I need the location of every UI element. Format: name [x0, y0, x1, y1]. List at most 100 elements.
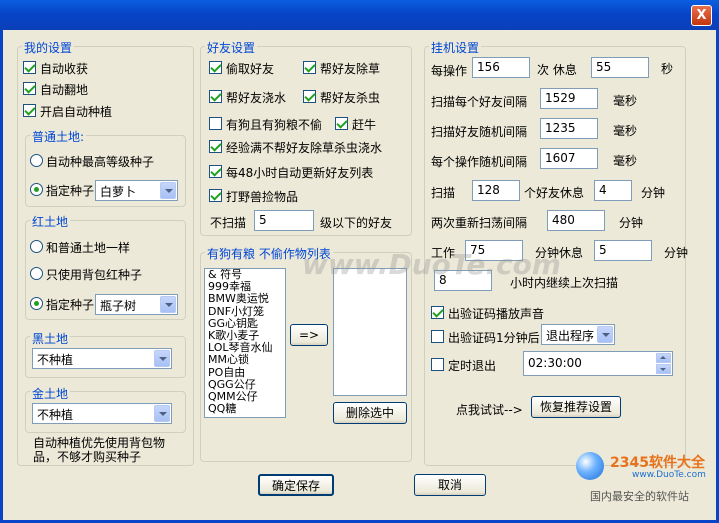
list-item[interactable]: BMW奥运悦: [205, 293, 285, 305]
steal-checkbox[interactable]: [209, 61, 222, 74]
gold-land-value: 不种植: [37, 408, 74, 422]
red-same-radio[interactable]: [30, 240, 43, 253]
auto-plow-checkbox[interactable]: [23, 82, 36, 95]
chevron-down-icon[interactable]: [160, 296, 176, 313]
logo-orb-icon: [576, 452, 604, 480]
exit-time-input[interactable]: 02:30:00: [523, 351, 673, 376]
crop-listbox[interactable]: & 符号 999幸福 BMW奥运悦 DNF小灯笼 GG心钥匙 K歌小麦子 LOL…: [204, 268, 286, 418]
chevron-down-icon[interactable]: [154, 350, 170, 367]
cancel-button[interactable]: 取消: [414, 474, 486, 496]
spin-down-icon[interactable]: [656, 364, 671, 374]
scan-rest-label: 个好友休息: [524, 186, 585, 200]
auto-harvest-label: 自动收获: [40, 62, 89, 76]
help-bug-label: 帮好友杀虫: [320, 91, 381, 105]
move-right-button[interactable]: =>: [290, 324, 328, 346]
gold-land-select[interactable]: 不种植: [32, 403, 172, 424]
list-item[interactable]: PO自由: [205, 366, 285, 379]
chase-cow-label: 赶牛: [352, 118, 377, 132]
captcha-action-select[interactable]: 退出程序: [541, 324, 615, 345]
skip-level-suffix: 级以下的好友: [320, 216, 393, 230]
per-op-input[interactable]: 156: [472, 57, 530, 78]
normal-seed-select[interactable]: 白萝卜: [95, 180, 178, 201]
rescan-label: 两次重新扫荡间隔: [431, 216, 528, 230]
op-random-input[interactable]: 1607: [540, 148, 598, 169]
pickup-label: 打野兽捡物品: [226, 190, 299, 204]
red-land-title: 红土地: [30, 213, 71, 230]
friend-interval-label: 扫描每个好友间隔: [431, 95, 528, 109]
chevron-down-icon[interactable]: [154, 405, 170, 422]
scan-rest-input[interactable]: 4: [594, 180, 632, 201]
captcha-action-checkbox[interactable]: [431, 330, 444, 343]
normal-land-title: 普通土地:: [30, 128, 87, 145]
list-item[interactable]: MM心锁: [205, 354, 285, 366]
exit-time-value: 02:30:00: [528, 356, 582, 370]
time-spinner[interactable]: [656, 353, 671, 375]
list-item[interactable]: DNF小灯笼: [205, 305, 285, 318]
red-seed-select[interactable]: 瓶子树: [95, 294, 178, 315]
captcha-action-value: 退出程序: [546, 329, 595, 343]
minute-unit-1: 分钟: [641, 186, 666, 200]
my-settings-title: 我的设置: [22, 39, 75, 56]
random-interval-input[interactable]: 1235: [540, 118, 598, 139]
delete-selected-button[interactable]: 删除选中: [333, 402, 407, 424]
help-bug-checkbox[interactable]: [303, 90, 316, 103]
seconds-unit: 秒: [661, 62, 674, 76]
restore-defaults-button[interactable]: 恢复推荐设置: [531, 396, 621, 418]
plant-note: 自动种植优先使用背包物品，不够才购买种子: [33, 436, 166, 464]
rest-input[interactable]: 55: [591, 57, 649, 78]
spin-up-icon[interactable]: [656, 353, 671, 363]
work-rest-input[interactable]: 5: [594, 240, 652, 261]
rescan-input[interactable]: 480: [547, 210, 605, 231]
close-button[interactable]: X: [691, 5, 712, 26]
logo-slogan: 国内最安全的软件站: [590, 490, 689, 503]
timed-exit-checkbox[interactable]: [431, 358, 444, 371]
steal-label: 偷取好友: [226, 62, 275, 76]
ms-unit-3: 毫秒: [613, 154, 638, 168]
auto-plant-label: 开启自动种植: [40, 105, 113, 119]
help-weed-label: 帮好友除草: [320, 62, 381, 76]
scan-label: 扫描: [431, 186, 456, 200]
chevron-down-icon[interactable]: [597, 326, 613, 343]
save-button[interactable]: 确定保存: [258, 474, 334, 496]
skip-level-input[interactable]: 5: [254, 210, 314, 231]
refresh-friends-checkbox[interactable]: [209, 165, 222, 178]
ms-unit-2: 毫秒: [613, 124, 638, 138]
help-weed-checkbox[interactable]: [303, 61, 316, 74]
auto-harvest-checkbox[interactable]: [23, 61, 36, 74]
exp-full-checkbox[interactable]: [209, 140, 222, 153]
op-random-label: 每个操作随机间隔: [431, 155, 528, 169]
help-water-label: 帮好友浇水: [226, 91, 287, 105]
chevron-down-icon[interactable]: [160, 182, 176, 199]
friend-interval-input[interactable]: 1529: [540, 88, 598, 109]
red-seed-value: 瓶子树: [100, 299, 137, 313]
red-bag-radio[interactable]: [30, 267, 43, 280]
logo-brand: 2345软件大全: [610, 455, 705, 471]
random-interval-label: 扫描好友随机间隔: [431, 125, 528, 139]
normal-highest-radio[interactable]: [30, 154, 43, 167]
black-land-select[interactable]: 不种植: [32, 348, 172, 369]
logo-url: www.DuoTe.com: [632, 470, 706, 480]
pickup-checkbox[interactable]: [209, 189, 222, 202]
per-op-label: 每操作: [431, 64, 468, 78]
captcha-sound-label: 出验证码播放声音: [448, 307, 545, 321]
chase-cow-checkbox[interactable]: [335, 117, 348, 130]
dog-no-steal-label: 有狗且有狗粮不偷: [226, 118, 323, 132]
auto-plant-checkbox[interactable]: [23, 104, 36, 117]
timed-exit-label: 定时退出: [448, 359, 497, 373]
help-water-checkbox[interactable]: [209, 90, 222, 103]
auto-plow-label: 自动翻地: [40, 83, 89, 97]
red-specify-radio[interactable]: [30, 297, 43, 310]
dog-no-steal-checkbox[interactable]: [209, 117, 222, 130]
list-item[interactable]: QQ糖: [205, 402, 285, 415]
minute-unit-2: 分钟: [619, 216, 644, 230]
exp-full-label: 经验满不帮好友除草杀虫浇水: [226, 141, 383, 155]
normal-specify-radio[interactable]: [30, 183, 43, 196]
ms-unit-1: 毫秒: [613, 94, 638, 108]
captcha-sound-checkbox[interactable]: [431, 306, 444, 319]
normal-highest-label: 自动种最高等级种子: [46, 155, 155, 169]
selected-crop-listbox[interactable]: [333, 268, 407, 396]
friend-settings-title: 好友设置: [205, 39, 258, 56]
skip-level-label: 不扫描: [210, 216, 247, 230]
rest-label: 次 休息: [537, 63, 577, 77]
scan-count-input[interactable]: 128: [472, 180, 520, 201]
